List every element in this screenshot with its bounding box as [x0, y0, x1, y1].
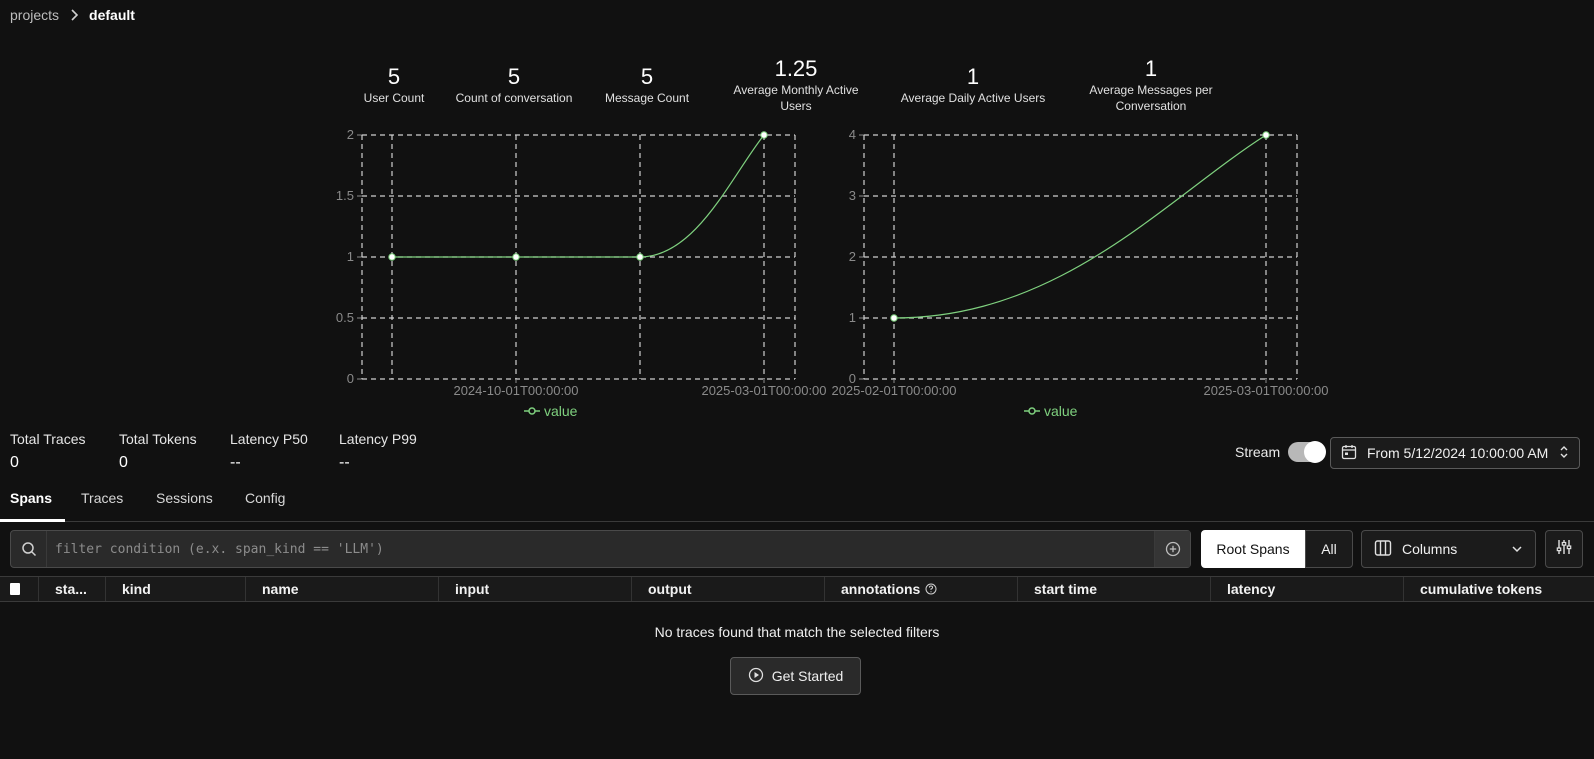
metric-label: Latency P50 — [230, 431, 308, 447]
chart-daily-users: 012342025-02-01T00:00:00 2025-03-01T00:00… — [831, 127, 1328, 419]
metric-label: Total Traces — [10, 431, 86, 447]
all-spans-option[interactable]: All — [1305, 530, 1353, 568]
data-point — [636, 253, 644, 261]
chart-monthly-users: 0 0.5 1 1.5 2 2024-10-01T00:00:00 2025-03-01T0… — [336, 127, 827, 419]
data-point — [512, 253, 520, 261]
select-all-checkbox[interactable] — [0, 577, 38, 601]
column-header-status[interactable]: sta... — [38, 577, 105, 601]
columns-icon — [1374, 539, 1392, 560]
tab-config[interactable]: Config — [245, 488, 285, 522]
columns-dropdown[interactable]: Columns — [1361, 530, 1536, 568]
chevron-down-icon — [1511, 541, 1523, 557]
series-line-value — [893, 134, 1267, 319]
metric-value: 0 — [10, 454, 19, 471]
tab-spans[interactable]: Spans — [10, 488, 52, 522]
column-header-start-time[interactable]: start time — [1017, 577, 1210, 601]
legend-marker-icon — [528, 407, 536, 415]
tab-bar: Spans Traces Sessions Config — [0, 488, 1594, 522]
data-point — [890, 314, 898, 322]
legend-label: value — [1044, 403, 1078, 419]
stream-toggle[interactable] — [1288, 441, 1326, 463]
x-tick-label: 2025-02-01T00:00:00 — [831, 383, 956, 398]
date-range-picker[interactable]: From 5/12/2024 10:00:00 AM — [1330, 437, 1580, 469]
active-tab-indicator — [0, 519, 65, 522]
y-tick-label: 1.5 — [336, 188, 354, 203]
x-tick-label: 2024-10-01T00:00:00 — [453, 383, 578, 398]
y-tick-label: 1 — [849, 310, 856, 325]
help-circle-icon[interactable] — [925, 583, 937, 595]
columns-label: Columns — [1402, 541, 1458, 557]
tab-sessions[interactable]: Sessions — [156, 488, 213, 522]
column-header-input[interactable]: input — [438, 577, 631, 601]
get-started-button[interactable]: Get Started — [730, 657, 861, 695]
root-spans-option[interactable]: Root Spans — [1201, 530, 1305, 568]
column-header-cumulative-tokens[interactable]: cumulative tokens — [1403, 577, 1594, 601]
filter-bar — [10, 530, 1191, 568]
metric-latency-p99: Latency P99 -- — [339, 430, 417, 473]
table-settings-button[interactable] — [1545, 530, 1583, 568]
metric-value: -- — [339, 454, 350, 471]
filter-condition-input[interactable] — [47, 531, 1154, 567]
x-tick-label: 2025-03-01T00:00:00 — [701, 383, 826, 398]
metric-total-traces: Total Traces 0 — [10, 430, 85, 473]
get-started-label: Get Started — [771, 668, 844, 684]
data-point — [760, 131, 768, 139]
calendar-icon — [1341, 444, 1357, 463]
column-header-output[interactable]: output — [631, 577, 824, 601]
y-tick-label: 0.5 — [336, 310, 354, 325]
y-tick-label: 2 — [347, 127, 354, 142]
empty-state-message: No traces found that match the selected … — [654, 624, 940, 640]
stream-label: Stream — [1235, 444, 1281, 460]
charts-area: 0 0.5 1 1.5 2 2024-10-01T00:00:00 2025-03-01T0… — [336, 127, 1329, 419]
column-header-name[interactable]: name — [245, 577, 438, 601]
plus-circle-icon[interactable] — [1154, 531, 1190, 567]
search-icon — [11, 531, 47, 567]
y-tick-label: 2 — [849, 249, 856, 264]
metric-latency-p50: Latency P50 -- — [230, 430, 308, 473]
y-tick-label: 0 — [347, 371, 354, 386]
metric-value: 0 — [119, 454, 128, 471]
metric-value: -- — [230, 454, 241, 471]
data-point — [1262, 131, 1270, 139]
sliders-icon — [1555, 538, 1573, 561]
span-scope-toggle: Root Spans All — [1201, 530, 1353, 568]
y-tick-label: 3 — [849, 188, 856, 203]
column-header-latency[interactable]: latency — [1210, 577, 1403, 601]
metric-total-tokens: Total Tokens 0 — [119, 430, 197, 473]
table-header: sta... kind name input output annotation… — [0, 576, 1594, 602]
annotations-label: annotations — [841, 581, 921, 597]
toggle-knob — [1304, 441, 1326, 463]
column-header-annotations[interactable]: annotations — [824, 577, 1017, 601]
legend-label: value — [544, 403, 578, 419]
play-circle-icon — [748, 667, 764, 686]
metric-label: Latency P99 — [339, 431, 417, 447]
x-tick-label: 2025-03-01T00:00:00 — [1203, 383, 1328, 398]
data-point — [388, 253, 396, 261]
y-tick-label: 4 — [849, 127, 856, 142]
metric-label: Total Tokens — [119, 431, 197, 447]
legend-marker-icon — [1028, 407, 1036, 415]
tab-traces[interactable]: Traces — [81, 488, 123, 522]
column-header-kind[interactable]: kind — [105, 577, 245, 601]
date-range-text: From 5/12/2024 10:00:00 AM — [1367, 445, 1549, 461]
y-tick-label: 1 — [347, 249, 354, 264]
chevron-up-down-icon — [1559, 444, 1569, 463]
